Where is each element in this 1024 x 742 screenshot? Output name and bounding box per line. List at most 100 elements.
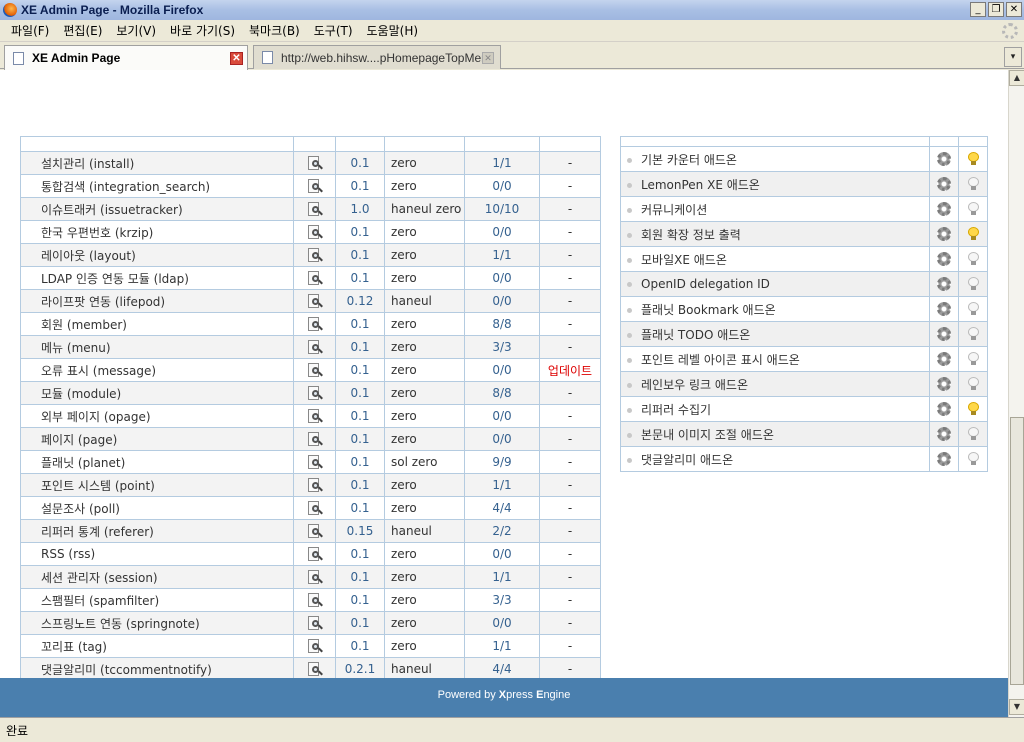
- gear-settings-icon[interactable]: [937, 177, 951, 192]
- magnifier-info-icon[interactable]: [307, 615, 323, 631]
- gear-settings-icon[interactable]: [937, 202, 951, 217]
- magnifier-info-icon[interactable]: [307, 454, 323, 470]
- lightbulb-on-icon[interactable]: [967, 402, 979, 416]
- tab-xe-admin[interactable]: XE Admin Page ✕: [4, 45, 248, 70]
- module-info-cell: [293, 565, 336, 589]
- lightbulb-off-icon[interactable]: [967, 302, 979, 316]
- window-titlebar: XE Admin Page - Mozilla Firefox _ ❐ ✕: [0, 0, 1024, 20]
- lightbulb-off-icon[interactable]: [967, 202, 979, 216]
- addon-settings-cell: [929, 221, 959, 247]
- addon-settings-cell: [929, 446, 959, 472]
- scrollbar-thumb[interactable]: [1010, 417, 1024, 685]
- magnifier-info-icon[interactable]: [307, 201, 323, 217]
- gear-settings-icon[interactable]: [937, 302, 951, 317]
- menu-tools[interactable]: 도구(T): [307, 22, 360, 39]
- module-update-link[interactable]: 업데이트: [539, 358, 601, 382]
- module-author: haneul zero: [384, 197, 465, 221]
- magnifier-info-icon[interactable]: [307, 155, 323, 171]
- addon-name-cell: 커뮤니케이션: [620, 196, 930, 222]
- table-row: 설치관리 (install) 0.1 zero 1/1-: [20, 151, 601, 175]
- lightbulb-off-icon[interactable]: [967, 327, 979, 341]
- gear-settings-icon[interactable]: [937, 227, 951, 242]
- lightbulb-on-icon[interactable]: [967, 227, 979, 241]
- lightbulb-off-icon[interactable]: [967, 177, 979, 191]
- lightbulb-off-icon[interactable]: [967, 252, 979, 266]
- magnifier-info-icon[interactable]: [307, 270, 323, 286]
- footer-prefix: Powered by: [437, 689, 499, 701]
- tab-close-icon[interactable]: ✕: [230, 52, 243, 65]
- module-author: zero: [384, 565, 465, 589]
- magnifier-info-icon[interactable]: [307, 546, 323, 562]
- magnifier-info-icon[interactable]: [307, 569, 323, 585]
- gear-settings-icon[interactable]: [937, 252, 951, 267]
- close-button[interactable]: ✕: [1006, 2, 1022, 17]
- module-info-cell: [293, 496, 336, 520]
- bullet-icon: [627, 407, 632, 413]
- bullet-icon: [627, 182, 632, 188]
- lightbulb-on-icon[interactable]: [967, 152, 979, 166]
- lightbulb-off-icon[interactable]: [967, 377, 979, 391]
- gear-settings-icon[interactable]: [937, 277, 951, 292]
- menu-help[interactable]: 도움말(H): [360, 22, 426, 39]
- gear-settings-icon[interactable]: [937, 402, 951, 417]
- magnifier-info-icon[interactable]: [307, 477, 323, 493]
- table-row: 포인트 시스템 (point) 0.1 zero 1/1-: [20, 473, 601, 497]
- addon-toggle-cell: [958, 271, 988, 297]
- magnifier-info-icon[interactable]: [307, 523, 323, 539]
- magnifier-info-icon[interactable]: [307, 592, 323, 608]
- gear-settings-icon[interactable]: [937, 152, 951, 167]
- module-info-cell: [293, 588, 336, 612]
- module-name: RSS (rss): [20, 542, 294, 566]
- magnifier-info-icon[interactable]: [307, 316, 323, 332]
- module-install-count: 0/0: [464, 611, 540, 635]
- table-row: 페이지 (page) 0.1 zero 0/0-: [20, 427, 601, 451]
- lightbulb-off-icon[interactable]: [967, 452, 979, 466]
- magnifier-info-icon[interactable]: [307, 500, 323, 516]
- lightbulb-off-icon[interactable]: [967, 277, 979, 291]
- magnifier-info-icon[interactable]: [307, 247, 323, 263]
- gear-settings-icon[interactable]: [937, 427, 951, 442]
- menu-edit[interactable]: 편집(E): [56, 22, 109, 39]
- magnifier-info-icon[interactable]: [307, 224, 323, 240]
- module-name: 이슈트래커 (issuetracker): [20, 197, 294, 221]
- module-name: 레이아웃 (layout): [20, 243, 294, 267]
- module-update-status: -: [539, 266, 601, 290]
- tab-list-button[interactable]: ▾: [1004, 47, 1022, 67]
- lightbulb-off-icon[interactable]: [967, 427, 979, 441]
- addon-settings-cell: [929, 171, 959, 197]
- menu-go[interactable]: 바로 가기(S): [163, 22, 242, 39]
- gear-settings-icon[interactable]: [937, 377, 951, 392]
- magnifier-info-icon[interactable]: [307, 408, 323, 424]
- gear-settings-icon[interactable]: [937, 327, 951, 342]
- gear-settings-icon[interactable]: [937, 452, 951, 467]
- table-row: 이슈트래커 (issuetracker) 1.0 haneul zero 10/10-: [20, 197, 601, 221]
- scroll-up-arrow-icon[interactable]: ▲: [1009, 70, 1024, 86]
- module-version: 0.1: [335, 312, 385, 336]
- scroll-down-arrow-icon[interactable]: ▼: [1009, 699, 1024, 715]
- module-info-cell: [293, 450, 336, 474]
- tab-hihsw[interactable]: http://web.hihsw....pHomepageTopMenu ✕: [253, 45, 501, 69]
- vertical-scrollbar[interactable]: ▲ ▼: [1008, 70, 1024, 717]
- magnifier-info-icon[interactable]: [307, 661, 323, 677]
- magnifier-info-icon[interactable]: [307, 638, 323, 654]
- menu-file[interactable]: 파일(F): [4, 22, 56, 39]
- gear-settings-icon[interactable]: [937, 352, 951, 367]
- module-update-status: -: [539, 611, 601, 635]
- menu-view[interactable]: 보기(V): [109, 22, 163, 39]
- addon-name-cell: 기본 카운터 애드온: [620, 146, 930, 172]
- module-name: 스프링노트 연동 (springnote): [20, 611, 294, 635]
- magnifier-info-icon[interactable]: [307, 178, 323, 194]
- lightbulb-off-icon[interactable]: [967, 352, 979, 366]
- restore-button[interactable]: ❐: [988, 2, 1004, 17]
- table-row: 모듈 (module) 0.1 zero 8/8-: [20, 381, 601, 405]
- magnifier-info-icon[interactable]: [307, 431, 323, 447]
- magnifier-info-icon[interactable]: [307, 339, 323, 355]
- menu-bookmarks[interactable]: 북마크(B): [242, 22, 307, 39]
- magnifier-info-icon[interactable]: [307, 385, 323, 401]
- module-name: 설문조사 (poll): [20, 496, 294, 520]
- tab-close-icon[interactable]: ✕: [482, 52, 494, 64]
- magnifier-info-icon[interactable]: [307, 362, 323, 378]
- magnifier-info-icon[interactable]: [307, 293, 323, 309]
- minimize-button[interactable]: _: [970, 2, 986, 17]
- module-info-cell: [293, 289, 336, 313]
